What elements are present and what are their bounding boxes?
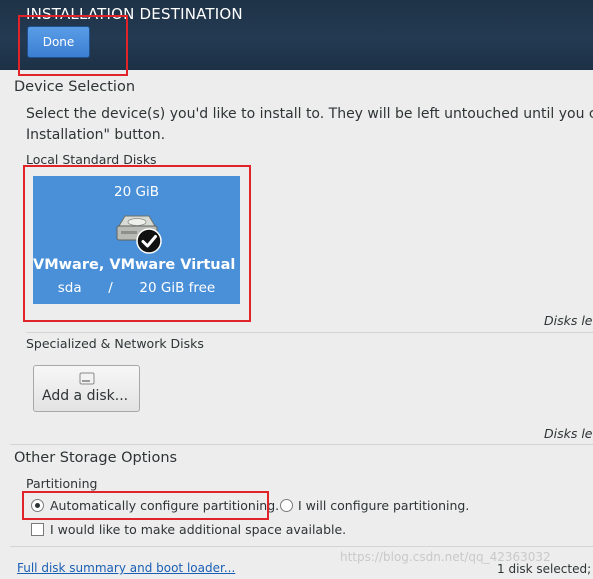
highlight-box-disk [23, 165, 251, 322]
network-disks-heading: Specialized & Network Disks [26, 336, 204, 351]
add-disk-icon [79, 372, 95, 385]
add-disk-button[interactable]: Add a disk... [33, 365, 140, 412]
divider [10, 444, 593, 445]
manual-partition-label[interactable]: I will configure partitioning. [298, 498, 469, 513]
highlight-box-auto-partition [22, 491, 269, 520]
highlight-box-done [18, 15, 128, 76]
local-disks-status: Disks lef [544, 313, 593, 328]
disk-selection-status: 1 disk selected; 20 [497, 562, 593, 576]
device-selection-description: Select the device(s) you'd like to insta… [26, 106, 593, 122]
other-storage-heading: Other Storage Options [14, 450, 178, 466]
device-selection-description-cont: Installation" button. [26, 127, 166, 143]
partitioning-heading: Partitioning [26, 476, 98, 491]
additional-space-label[interactable]: I would like to make additional space av… [50, 522, 346, 537]
divider [10, 546, 593, 547]
device-selection-heading: Device Selection [14, 79, 136, 95]
manual-partition-radio[interactable] [280, 499, 293, 512]
network-disks-status: Disks lef [544, 426, 593, 441]
add-disk-label: Add a disk... [42, 388, 129, 404]
divider [26, 332, 593, 333]
additional-space-checkbox[interactable] [31, 523, 44, 536]
full-disk-summary-link[interactable]: Full disk summary and boot loader... [17, 561, 235, 575]
